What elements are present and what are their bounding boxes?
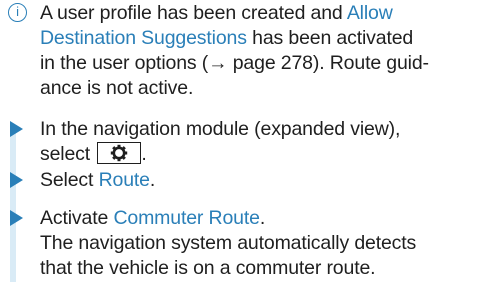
commuter-route-link[interactable]: Commuter Route (113, 207, 260, 229)
info-text: A user profile has been created and Allo… (40, 1, 480, 101)
steps-sidebar-bar (10, 125, 16, 282)
step-3-text: Activate Commuter Route. The navigation … (40, 206, 480, 281)
arrow-right-icon (10, 210, 23, 226)
destination-suggestions-link[interactable]: Destination Suggestions (40, 27, 247, 49)
step-3-result-line-2: that the vehicle is on a commuter route. (40, 257, 376, 279)
step-3-line-1: Activate Commuter Route. (40, 207, 266, 229)
step-1-line-2: select . (40, 141, 147, 165)
info-line-3: in the user options (→ page 278). Route … (40, 52, 429, 74)
arrow-right-icon (10, 121, 23, 137)
settings-button[interactable] (97, 141, 142, 164)
step-3-result-line-1: The navigation system automatically dete… (40, 232, 417, 254)
manual-page: i A user profile has been created and Al… (0, 0, 485, 282)
step-2-text: Select Route. (40, 169, 156, 191)
info-line-4: ance is not active. (40, 77, 194, 99)
arrow-right-icon (10, 172, 23, 188)
info-line-1: A user profile has been created and Allo… (40, 2, 393, 24)
allow-destination-link[interactable]: Allow (347, 2, 393, 24)
step-1-text: In the navigation module (expanded view)… (40, 117, 480, 167)
info-line-2: Destination Suggestions has been activat… (40, 27, 414, 49)
step-1-line-1: In the navigation module (expanded view)… (40, 118, 401, 140)
info-icon: i (8, 3, 27, 22)
gear-icon (111, 144, 128, 162)
route-link[interactable]: Route (99, 169, 150, 191)
